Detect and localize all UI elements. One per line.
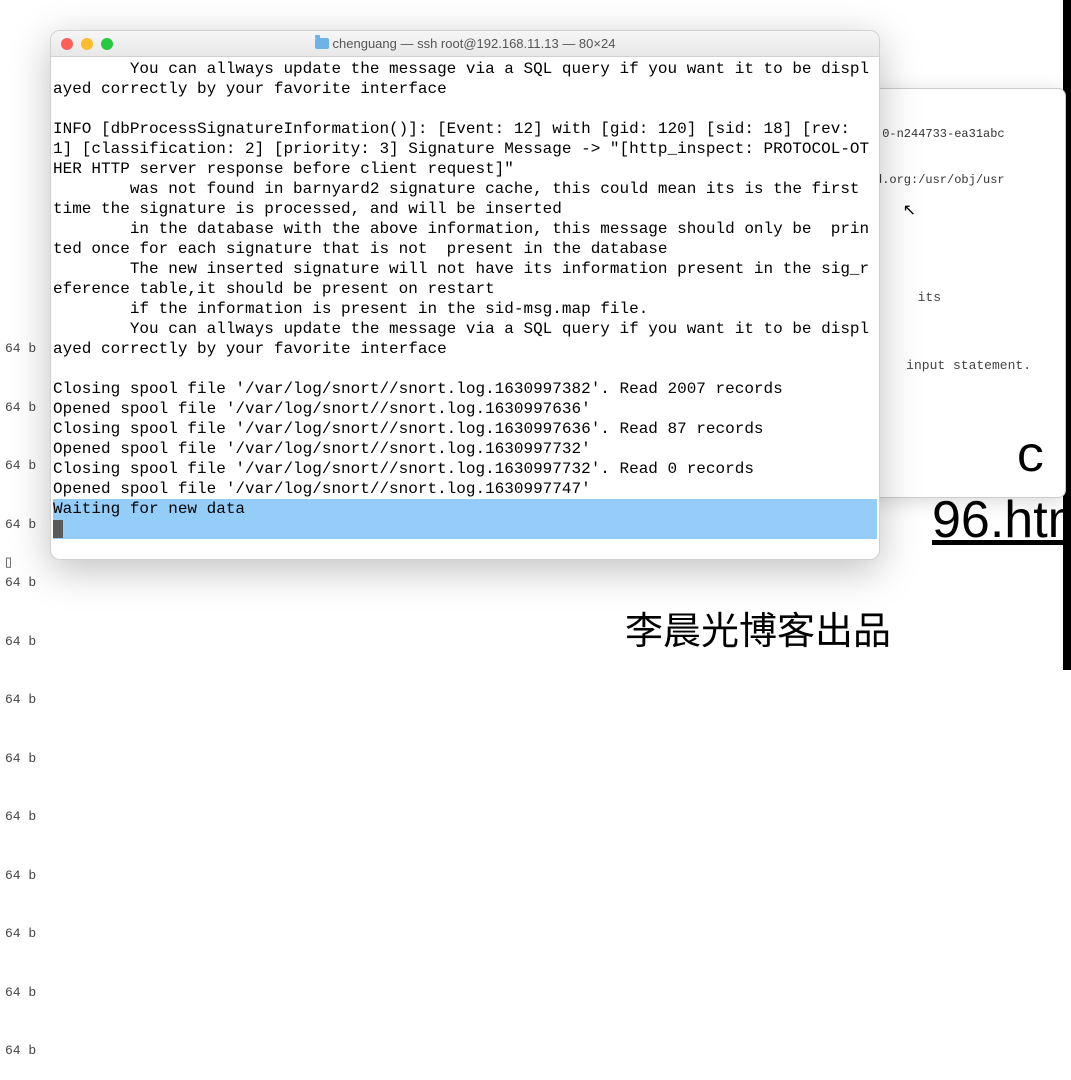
bg-text-fragment: c xyxy=(1016,430,1046,487)
terminal-line: Closing spool file '/var/log/snort//snor… xyxy=(53,460,754,478)
bg-num-row: 64 b xyxy=(5,398,55,418)
terminal-line: was not found in barnyard2 signature cac… xyxy=(53,180,869,218)
bg-window-line: .0-n244733-ea31abc xyxy=(875,125,1057,143)
terminal-line: You can allways update the message via a… xyxy=(53,320,869,358)
maximize-button[interactable] xyxy=(101,38,113,50)
bg-num-row: 64 b xyxy=(5,866,55,886)
bg-num-row: 64 b xyxy=(5,339,55,359)
bg-window-line: d.org:/usr/obj/usr xyxy=(875,171,1057,189)
bg-num-row: 64 b xyxy=(5,983,55,1003)
terminal-cursor xyxy=(53,520,63,538)
mouse-cursor-icon: ↖ xyxy=(903,200,916,220)
terminal-line: The new inserted signature will not have… xyxy=(53,260,869,298)
terminal-body[interactable]: You can allways update the message via a… xyxy=(51,57,879,559)
bg-num-row: 64 b xyxy=(5,1041,55,1061)
close-button[interactable] xyxy=(61,38,73,50)
terminal-line: Opened spool file '/var/log/snort//snort… xyxy=(53,440,591,458)
titlebar[interactable]: chenguang — ssh root@192.168.11.13 — 80×… xyxy=(51,31,879,57)
background-url-fragment: 96.htm xyxy=(932,490,1071,550)
bg-num-row: 64 b xyxy=(5,807,55,827)
bg-num-row: 64 b xyxy=(5,924,55,944)
terminal-line: Opened spool file '/var/log/snort//snort… xyxy=(53,480,591,498)
bg-num-row: 64 b xyxy=(5,573,55,593)
bg-num-row: 64 b xyxy=(5,632,55,652)
minimize-button[interactable] xyxy=(81,38,93,50)
terminal-line: INFO [dbProcessSignatureInformation()]: … xyxy=(53,120,869,178)
terminal-line: Closing spool file '/var/log/snort//snor… xyxy=(53,420,764,438)
terminal-line: Closing spool file '/var/log/snort//snor… xyxy=(53,380,783,398)
bg-num-row: 64 b xyxy=(5,515,55,535)
bg-text-fragment: its xyxy=(918,290,941,305)
terminal-line: You can allways update the message via a… xyxy=(53,60,869,98)
watermark-text: 李晨光博客出品 xyxy=(625,600,891,655)
traffic-lights xyxy=(61,38,113,50)
terminal-window[interactable]: chenguang — ssh root@192.168.11.13 — 80×… xyxy=(50,30,880,560)
bg-num-row: 64 b xyxy=(5,749,55,769)
terminal-line: in the database with the above informati… xyxy=(53,220,869,258)
bg-num-row: 64 b xyxy=(5,690,55,710)
terminal-highlight-text: Waiting for new data xyxy=(53,500,245,518)
bg-num-row: 64 b xyxy=(5,456,55,476)
background-left-column: 64 b 64 b 64 b 64 b 64 b 64 b 64 b 64 b … xyxy=(5,300,55,1080)
window-title-text: chenguang — ssh root@192.168.11.13 — 80×… xyxy=(333,36,616,51)
terminal-line: if the information is present in the sid… xyxy=(53,300,648,318)
terminal-highlighted-line: Waiting for new data xyxy=(53,499,877,539)
window-title: chenguang — ssh root@192.168.11.13 — 80×… xyxy=(51,36,879,51)
folder-icon xyxy=(315,38,329,49)
background-left-prompt: ▯ xyxy=(5,555,12,570)
bg-text-fragment: input statement. xyxy=(906,358,1031,373)
terminal-line: Opened spool file '/var/log/snort//snort… xyxy=(53,400,591,418)
